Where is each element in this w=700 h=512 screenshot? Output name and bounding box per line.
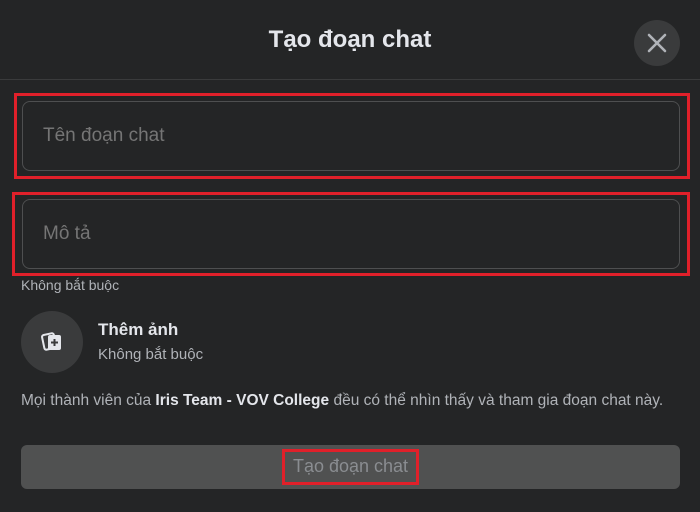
close-icon bbox=[647, 33, 667, 53]
group-name: Iris Team - VOV College bbox=[155, 392, 330, 409]
visibility-notice: Mọi thành viên của Iris Team - VOV Colle… bbox=[21, 390, 681, 412]
add-photo-button[interactable] bbox=[21, 311, 83, 373]
dialog-header: Tạo đoạn chat bbox=[0, 0, 700, 80]
notice-suffix: đều có thể nhìn thấy và tham gia đoạn ch… bbox=[329, 392, 664, 409]
create-chat-dialog: Tạo đoạn chat Không bắt buộc Thêm ảnh Kh… bbox=[0, 0, 700, 512]
notice-prefix: Mọi thành viên của bbox=[21, 392, 156, 409]
add-photo-icon bbox=[41, 332, 61, 351]
create-chat-button-label: Tạo đoạn chat bbox=[281, 449, 420, 485]
close-button[interactable] bbox=[634, 20, 680, 66]
description-optional-hint: Không bắt buộc bbox=[21, 277, 120, 293]
add-photo-title[interactable]: Thêm ảnh bbox=[98, 320, 178, 340]
create-chat-button[interactable]: Tạo đoạn chat bbox=[21, 445, 680, 489]
description-input[interactable] bbox=[22, 199, 680, 269]
add-photo-optional: Không bắt buộc bbox=[98, 346, 204, 363]
dialog-title: Tạo đoạn chat bbox=[268, 26, 432, 53]
chat-name-input[interactable] bbox=[22, 101, 680, 171]
